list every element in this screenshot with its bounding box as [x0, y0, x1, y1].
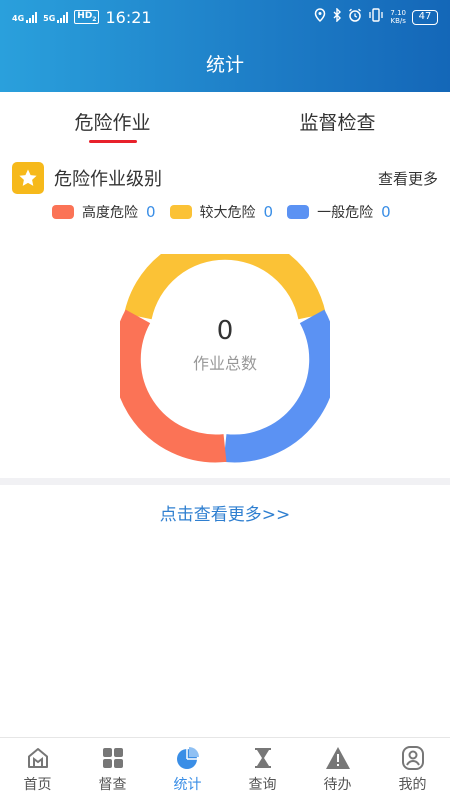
legend-swatch	[52, 205, 74, 219]
alarm-icon	[348, 8, 362, 26]
legend-count: 0	[381, 203, 391, 221]
legend-label: 高度危险	[82, 205, 138, 221]
tab-label: 危险作业	[74, 111, 151, 134]
legend-label: 较大危险	[199, 205, 256, 221]
signal-bars-icon	[57, 11, 69, 23]
nav-item-supervision[interactable]: 督查	[75, 738, 150, 800]
signal-bars-icon	[26, 11, 38, 23]
nav-item-todo[interactable]: 待办	[300, 738, 375, 800]
legend-item-major-risk[interactable]: 较大危险 0	[169, 202, 274, 222]
nav-label: 统计	[173, 776, 202, 793]
status-bar: 4G 5G HD2 16:21 7.10 KB/s 47	[0, 0, 450, 34]
bluetooth-icon	[332, 7, 342, 26]
tab-dangerous-work[interactable]: 危险作业	[0, 92, 225, 150]
home-icon	[25, 745, 51, 771]
legend-swatch	[287, 205, 310, 219]
warning-icon	[325, 745, 351, 771]
donut-center: 0 作业总数	[120, 316, 330, 374]
total-label: 作业总数	[192, 354, 257, 373]
legend-item-high-risk[interactable]: 高度危险 0	[52, 202, 156, 222]
tab-supervision-inspection[interactable]: 监督检查	[225, 92, 450, 150]
nav-label: 督查	[98, 776, 127, 793]
network-speed: 7.10 KB/s	[390, 9, 406, 25]
nav-label: 我的	[398, 776, 427, 793]
speed-unit: KB/s	[390, 17, 406, 25]
page-title: 统计	[205, 53, 244, 76]
legend-count: 0	[263, 203, 274, 221]
chart-legend: 高度危险 0 较大危险 0 一般危险 0	[52, 200, 391, 224]
grid-icon	[100, 745, 126, 771]
bottom-nav: 首页 督查 统计 查询 待办 我的	[0, 737, 450, 800]
status-left: 4G 5G HD2 16:21	[12, 8, 152, 27]
hd-sub-text: 2	[92, 15, 97, 23]
network-type-2: 5G	[43, 13, 56, 23]
donut-segment-yellow	[124, 231, 326, 320]
legend-item-general-risk[interactable]: 一般危险 0	[287, 202, 391, 222]
nav-item-statistics[interactable]: 统计	[150, 738, 225, 800]
hd-voice-icon: HD2	[74, 10, 100, 24]
tab-label: 监督检查	[299, 111, 376, 134]
legend-label: 一般危险	[317, 205, 374, 221]
cellular-signal-2: 5G	[43, 11, 69, 23]
user-icon	[400, 745, 426, 771]
speed-value: 7.10	[390, 9, 406, 17]
nav-label: 查询	[248, 776, 277, 793]
clock: 16:21	[105, 7, 152, 27]
nav-item-query[interactable]: 查询	[225, 738, 300, 800]
total-count: 0	[216, 316, 234, 346]
click-see-more-link[interactable]: 点击查看更多>>	[0, 500, 450, 525]
view-more-link[interactable]: 查看更多	[378, 168, 438, 189]
app-header: 统计	[0, 34, 450, 92]
network-type-1: 4G	[12, 13, 25, 23]
nav-label: 首页	[23, 776, 52, 793]
nav-item-home[interactable]: 首页	[0, 738, 75, 800]
tab-bar: 危险作业 监督检查	[0, 92, 450, 150]
section-divider	[0, 478, 450, 485]
hd-text: HD	[77, 11, 93, 22]
vibrate-icon	[368, 8, 384, 26]
hourglass-icon	[250, 745, 276, 771]
section-header: 危险作业级别 查看更多	[12, 161, 438, 195]
cellular-signal-1: 4G	[12, 11, 38, 23]
legend-swatch	[169, 205, 192, 219]
battery-level: 47	[418, 10, 432, 22]
status-right: 7.10 KB/s 47	[314, 7, 438, 26]
section-title: 危险作业级别	[54, 169, 162, 190]
nav-item-profile[interactable]: 我的	[375, 738, 450, 800]
nav-label: 待办	[323, 776, 352, 793]
star-icon	[12, 162, 44, 194]
donut-chart: 0 作业总数	[112, 231, 338, 464]
location-icon	[314, 8, 326, 26]
pie-chart-icon	[175, 745, 201, 771]
battery-icon: 47	[412, 9, 438, 25]
legend-count: 0	[146, 203, 156, 221]
